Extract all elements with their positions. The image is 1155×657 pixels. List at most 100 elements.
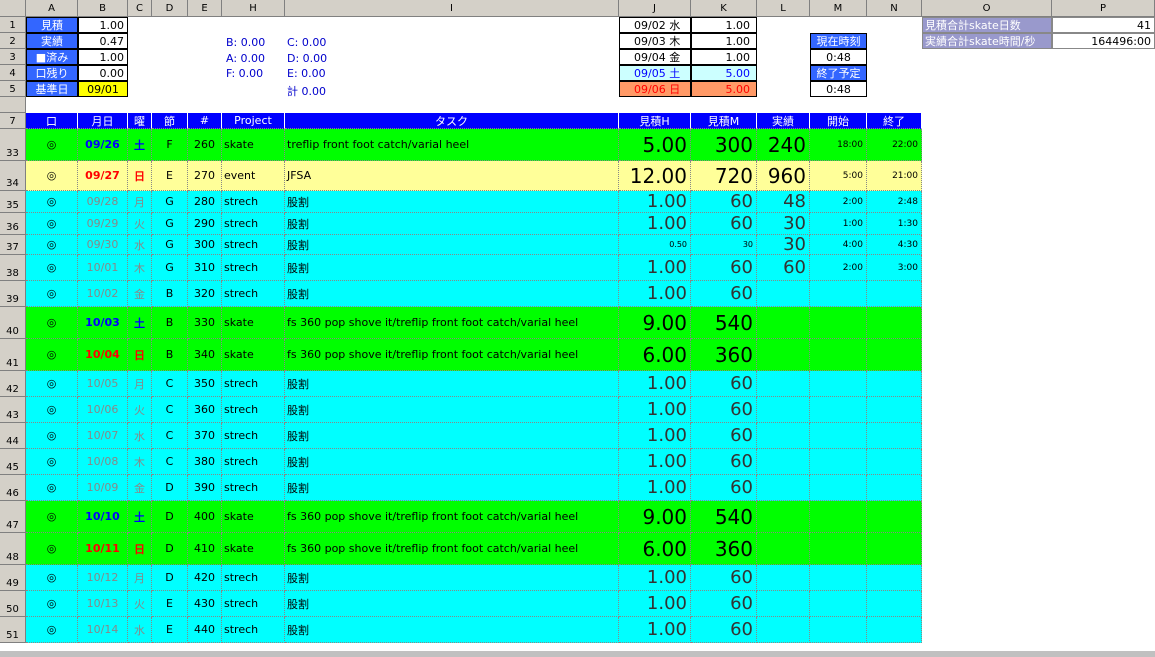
row-header-1[interactable]: 1 [0, 17, 26, 33]
cell-num[interactable]: 340 [188, 339, 222, 371]
cell-num[interactable]: 300 [188, 235, 222, 255]
cell-act[interactable] [757, 533, 810, 565]
cell-dow[interactable]: 水 [128, 617, 152, 643]
cell-end[interactable] [867, 371, 922, 397]
cell-date[interactable]: 10/07 [78, 423, 128, 449]
cell-task[interactable]: treflip front foot catch/varial heel [285, 129, 619, 161]
cell-proj[interactable]: strech [222, 191, 285, 213]
cell-m[interactable]: 300 [691, 129, 757, 161]
cell-num[interactable]: 320 [188, 281, 222, 307]
current-time-value[interactable]: 0:48 [810, 49, 867, 65]
cell-sec[interactable]: B [152, 307, 188, 339]
cell-mark[interactable]: ◎ [26, 533, 78, 565]
column-header-j[interactable]: J [619, 0, 691, 17]
cell-m[interactable]: 60 [691, 475, 757, 501]
cell-mark[interactable]: ◎ [26, 591, 78, 617]
cell-start[interactable] [810, 307, 867, 339]
cell-num[interactable]: 270 [188, 161, 222, 191]
cell-task[interactable]: 股割 [285, 475, 619, 501]
skate-days-value[interactable]: 41 [1052, 17, 1155, 33]
cell-task[interactable]: 股割 [285, 397, 619, 423]
cell-dow[interactable]: 水 [128, 235, 152, 255]
cell-proj[interactable]: strech [222, 565, 285, 591]
column-header-e[interactable]: E [188, 0, 222, 17]
cell-num[interactable]: 400 [188, 501, 222, 533]
row-header-46[interactable]: 46 [0, 475, 26, 501]
row-header-37[interactable]: 37 [0, 235, 26, 255]
cell-task[interactable]: 股割 [285, 565, 619, 591]
cell-h[interactable]: 9.00 [619, 307, 691, 339]
cell-sec[interactable]: D [152, 533, 188, 565]
cell-date[interactable]: 10/03 [78, 307, 128, 339]
column-header-d[interactable]: D [152, 0, 188, 17]
cell-proj[interactable]: skate [222, 501, 285, 533]
cell-start[interactable]: 4:00 [810, 235, 867, 255]
row-header-5[interactable]: 5 [0, 81, 26, 97]
cell-sec[interactable]: D [152, 501, 188, 533]
cell-end[interactable] [867, 533, 922, 565]
cell-m[interactable]: 60 [691, 371, 757, 397]
cell-proj[interactable]: strech [222, 255, 285, 281]
cell-proj[interactable]: skate [222, 533, 285, 565]
cell-end[interactable] [867, 501, 922, 533]
cell-start[interactable] [810, 423, 867, 449]
cell-start[interactable]: 18:00 [810, 129, 867, 161]
cell-proj[interactable]: strech [222, 591, 285, 617]
cell-date[interactable]: 10/12 [78, 565, 128, 591]
column-header-k[interactable]: K [691, 0, 757, 17]
cell-sec[interactable]: B [152, 339, 188, 371]
cell-m[interactable]: 30 [691, 235, 757, 255]
cell-date[interactable]: 09/28 [78, 191, 128, 213]
cell-dow[interactable]: 月 [128, 565, 152, 591]
cell-date[interactable]: 10/14 [78, 617, 128, 643]
cell-date[interactable]: 10/10 [78, 501, 128, 533]
cell-proj[interactable]: strech [222, 475, 285, 501]
cell-mark[interactable]: ◎ [26, 423, 78, 449]
cell-end[interactable]: 1:30 [867, 213, 922, 235]
cell-num[interactable]: 430 [188, 591, 222, 617]
cell-task[interactable]: fs 360 pop shove it/treflip front foot c… [285, 339, 619, 371]
cell-h[interactable]: 9.00 [619, 501, 691, 533]
cell-num[interactable]: 420 [188, 565, 222, 591]
cell-h[interactable]: 1.00 [619, 617, 691, 643]
cell-start[interactable] [810, 397, 867, 423]
cell-mark[interactable]: ◎ [26, 565, 78, 591]
cell-start[interactable] [810, 533, 867, 565]
row-header-36[interactable]: 36 [0, 213, 26, 235]
row-header-48[interactable]: 48 [0, 533, 26, 565]
cell-mark[interactable]: ◎ [26, 371, 78, 397]
cell-m[interactable]: 60 [691, 617, 757, 643]
cell-h[interactable]: 1.00 [619, 191, 691, 213]
cell-num[interactable]: 360 [188, 397, 222, 423]
cell-proj[interactable]: skate [222, 307, 285, 339]
cell-start[interactable] [810, 449, 867, 475]
cell-task[interactable]: fs 360 pop shove it/treflip front foot c… [285, 307, 619, 339]
cell-act[interactable] [757, 281, 810, 307]
cell-act[interactable] [757, 501, 810, 533]
cell-end[interactable] [867, 281, 922, 307]
cell-num[interactable]: 330 [188, 307, 222, 339]
cell-start[interactable] [810, 565, 867, 591]
cell-date[interactable]: 10/09 [78, 475, 128, 501]
cell-end[interactable]: 3:00 [867, 255, 922, 281]
actual-value[interactable]: 0.47 [78, 33, 128, 49]
cell-proj[interactable]: skate [222, 129, 285, 161]
cell-h[interactable]: 1.00 [619, 255, 691, 281]
cell-act[interactable]: 30 [757, 213, 810, 235]
cell-start[interactable] [810, 617, 867, 643]
cell-h[interactable]: 1.00 [619, 423, 691, 449]
cell-m[interactable]: 60 [691, 281, 757, 307]
cell-m[interactable]: 60 [691, 191, 757, 213]
cell-end[interactable]: 22:00 [867, 129, 922, 161]
cell-dow[interactable]: 木 [128, 255, 152, 281]
cell-h[interactable]: 1.00 [619, 397, 691, 423]
column-header-b[interactable]: B [78, 0, 128, 17]
cell-mark[interactable]: ◎ [26, 129, 78, 161]
cell-date[interactable]: 10/01 [78, 255, 128, 281]
cell-sec[interactable]: C [152, 423, 188, 449]
cell-dow[interactable]: 土 [128, 501, 152, 533]
estimate-value[interactable]: 1.00 [78, 17, 128, 33]
cell-dow[interactable]: 日 [128, 161, 152, 191]
cell-num[interactable]: 280 [188, 191, 222, 213]
cell-date[interactable]: 10/02 [78, 281, 128, 307]
